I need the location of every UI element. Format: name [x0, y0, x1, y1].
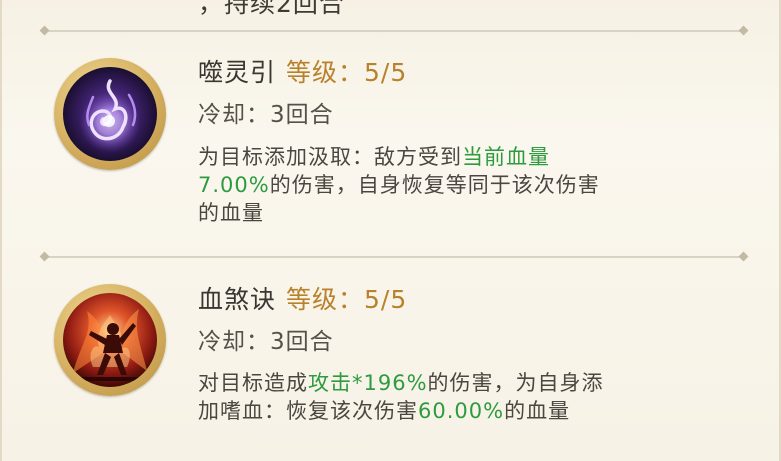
skill-icon-frame [54, 58, 166, 170]
skill-description: 为目标添加汲取：敌方受到当前血量 7.00%的伤害，自身恢复等同于该次伤害 的血… [198, 143, 678, 227]
skill-description: 对目标造成攻击*196%的伤害，为自身添 加嗜血：恢复该次伤害60.00%的血量 [198, 369, 678, 425]
fiery-warrior-icon [63, 293, 157, 387]
level-value: 5/5 [364, 58, 408, 87]
level-label: 等级： [286, 58, 365, 87]
desc-part: 的伤害，自身恢复等同于该次伤害 [269, 173, 600, 197]
desc-part: 的血量 [198, 201, 264, 225]
desc-part: 的血量 [504, 399, 571, 423]
desc-highlight: 攻击*196% [308, 371, 428, 395]
divider-top [44, 30, 744, 32]
desc-part: 加嗜血：恢复该次伤害 [198, 399, 418, 423]
desc-highlight: 7.00% [198, 173, 270, 197]
desc-part: 对目标造成 [198, 371, 308, 395]
divider-middle [44, 256, 744, 258]
desc-highlight: 当前血量 [462, 145, 550, 169]
level-label: 等级： [286, 285, 365, 314]
skill-title-line: 血煞诀 等级：5/5 [198, 285, 407, 315]
desc-part: 的伤害，为自身添 [427, 371, 604, 395]
level-value: 5/5 [364, 285, 408, 314]
desc-part: 为目标添加汲取：敌方受到 [198, 145, 462, 169]
desc-highlight: 60.00% [418, 399, 505, 423]
skill-title-line: 噬灵引 等级：5/5 [198, 58, 407, 88]
cooldown-text: 冷却：3回合 [198, 102, 334, 128]
cooldown-text: 冷却：3回合 [198, 329, 334, 355]
purple-swirl-flame-icon [63, 67, 157, 161]
skill-name: 噬灵引 [198, 58, 277, 87]
skill-name: 血煞诀 [198, 285, 277, 314]
skill-panel: ，持续2回合 噬灵引 等级：5/5 冷却：3回合 为目标添加汲取：敌方受到当前血… [0, 0, 781, 461]
previous-skill-desc-tail: ，持续2回合 [198, 0, 345, 18]
skill-icon-frame [54, 284, 166, 396]
